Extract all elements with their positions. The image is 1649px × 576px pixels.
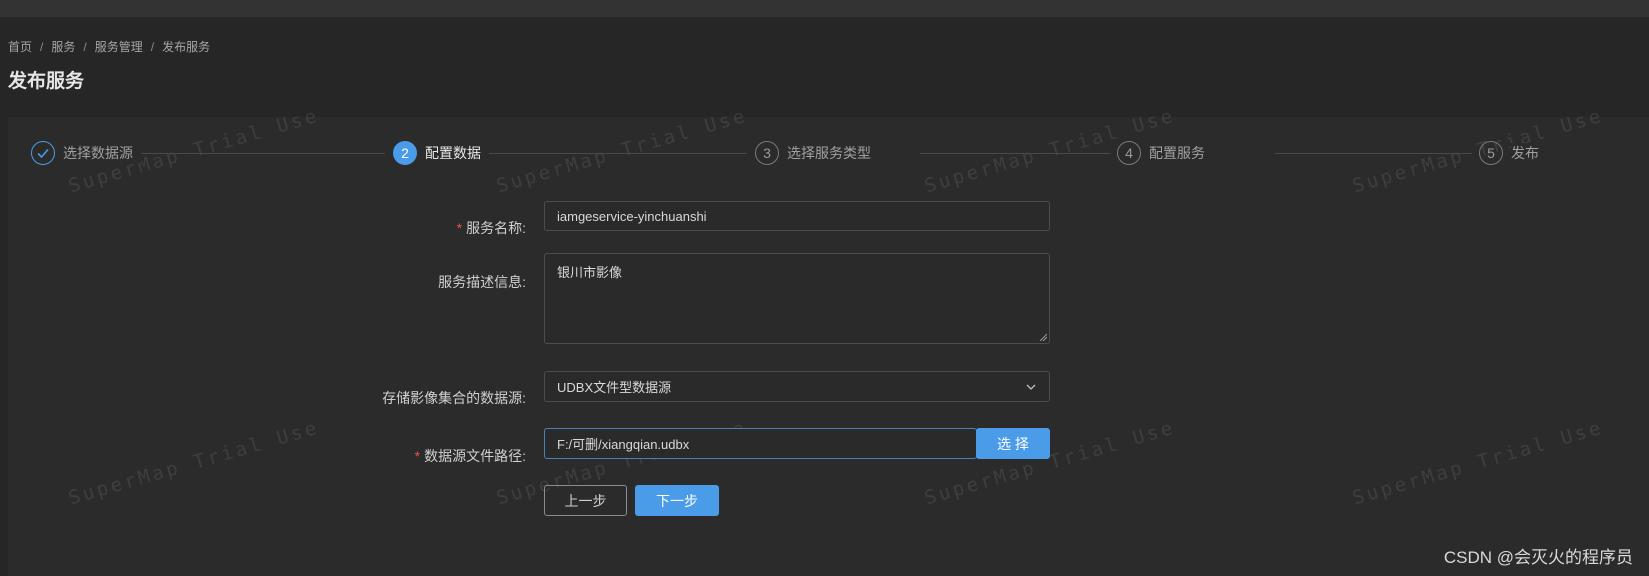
service-name-input[interactable]: iamgeservice-yinchuanshi [544, 201, 1050, 231]
step-connector [485, 153, 747, 154]
breadcrumb-home[interactable]: 首页 [8, 38, 32, 55]
required-mark: * [456, 220, 463, 236]
step-label: 配置数据 [425, 143, 489, 163]
file-path-value: F:/可删/xiangqian.udbx [557, 437, 690, 452]
step-number: 2 [393, 141, 417, 165]
breadcrumb-service[interactable]: 服务 [51, 38, 75, 55]
step-configure-service: 4 配置服务 [1117, 141, 1213, 165]
step-connector [140, 153, 385, 154]
service-desc-textarea[interactable]: 银川市影像 [544, 253, 1050, 344]
breadcrumb-separator: / [150, 39, 155, 54]
step-number: 4 [1117, 141, 1141, 165]
step-publish: 5 发布 [1479, 141, 1547, 165]
file-path-label: * 数据源文件路径: [414, 448, 526, 464]
breadcrumb-service-management[interactable]: 服务管理 [95, 38, 143, 55]
breadcrumb-publish-service: 发布服务 [162, 40, 211, 54]
publish-panel [8, 117, 1649, 576]
step-connector [920, 153, 1110, 154]
required-mark: * [414, 448, 421, 464]
page-title: 发布服务 [8, 71, 85, 92]
csdn-credit: CSDN @会灭火的程序员 [1443, 548, 1633, 567]
step-label: 发布 [1511, 143, 1547, 163]
step-select-service-type: 3 选择服务类型 [755, 141, 879, 165]
service-desc-value: 银川市影像 [557, 265, 623, 280]
datasource-select[interactable]: UDBX文件型数据源 [544, 371, 1050, 402]
service-name-value: iamgeservice-yinchuanshi [557, 208, 707, 224]
breadcrumb-separator: / [40, 39, 44, 54]
step-label: 配置服务 [1149, 143, 1213, 163]
step-connector [1275, 153, 1472, 154]
step-label: 选择服务类型 [787, 143, 879, 163]
breadcrumb-separator: / [83, 39, 87, 54]
file-path-input[interactable]: F:/可删/xiangqian.udbx [544, 428, 977, 459]
step-number: 3 [755, 141, 779, 165]
choose-file-button[interactable]: 选 择 [976, 428, 1050, 459]
chevron-down-icon [1026, 384, 1036, 390]
prev-step-button[interactable]: 上一步 [544, 485, 627, 516]
step-number: 5 [1479, 141, 1503, 165]
datasource-value: UDBX文件型数据源 [557, 380, 672, 395]
resize-grip-icon[interactable] [1039, 333, 1047, 341]
service-desc-label: 服务描述信息: [438, 274, 526, 290]
step-select-datasource: 选择数据源 [31, 141, 141, 165]
breadcrumb: 首页 / 服务 / 服务管理 / 发布服务 [8, 38, 210, 55]
step-label: 选择数据源 [63, 143, 141, 163]
next-step-button[interactable]: 下一步 [635, 485, 719, 516]
top-bar [0, 0, 1649, 17]
check-icon [31, 141, 55, 165]
service-name-label: * 服务名称: [456, 220, 526, 236]
datasource-label: 存储影像集合的数据源: [382, 390, 526, 406]
step-configure-data: 2 配置数据 [393, 141, 489, 165]
